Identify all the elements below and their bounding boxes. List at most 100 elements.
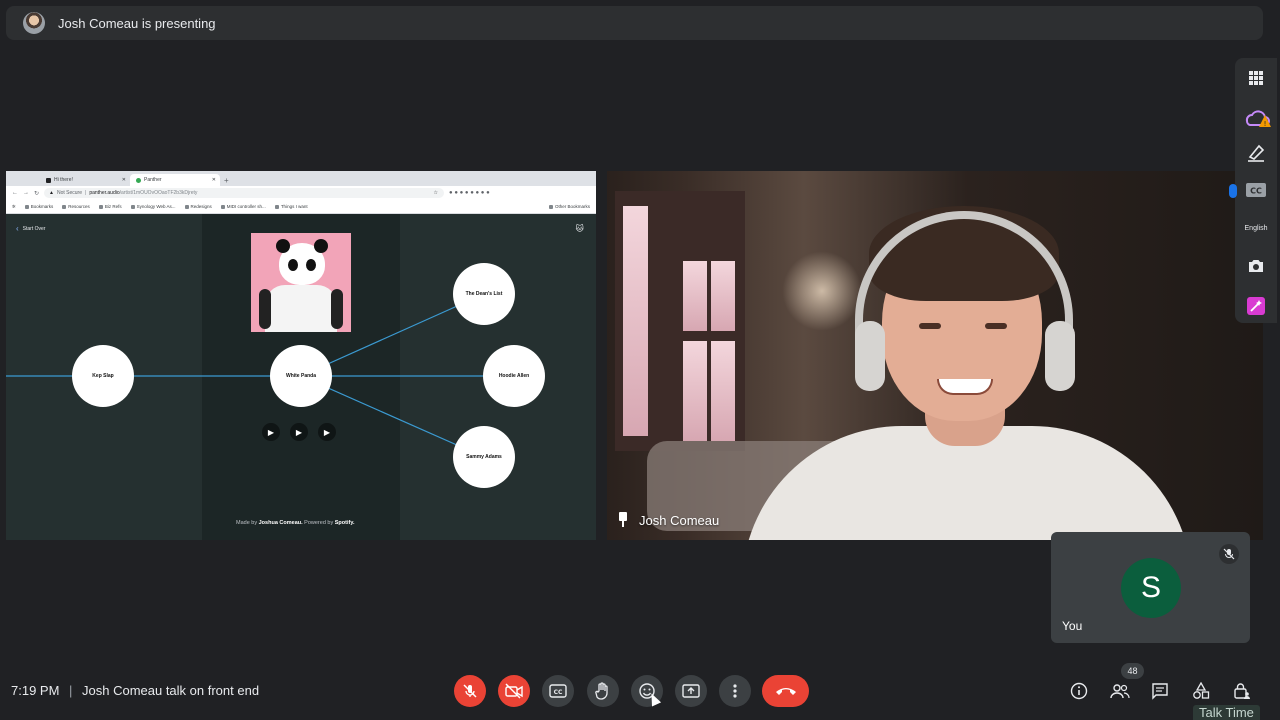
reload-icon: ↻ <box>34 190 40 197</box>
phone-hangup-icon <box>775 688 796 695</box>
apps-icon: ✲ <box>12 203 16 209</box>
mic-off-icon <box>463 684 477 698</box>
more-vert-icon <box>733 684 737 698</box>
artist-node-hoodie-allen: Hoodie Allen <box>483 345 545 407</box>
participants-count-badge: 48 <box>1121 663 1144 679</box>
presenter-video[interactable]: Josh Comeau <box>607 171 1263 540</box>
side-panel: ! CC English <box>1229 58 1277 323</box>
tab-favicon-icon <box>136 177 141 183</box>
extensions-icon: ● ● ● ● ● ● ● ● <box>449 190 490 196</box>
track-controls: ▶ ▶ ▶ <box>262 423 336 441</box>
svg-text:!: ! <box>1264 120 1267 128</box>
camera-icon[interactable] <box>1235 254 1277 278</box>
address-bar: ▲ Not Secure | panther.audio/artist/1mOU… <box>44 188 445 198</box>
presenter-eye <box>985 323 1007 329</box>
mic-off-icon <box>1219 544 1239 564</box>
talk-time-label: Talk Time <box>1193 705 1260 720</box>
meeting-details-button[interactable] <box>1067 680 1091 702</box>
close-icon: ✕ <box>121 177 126 183</box>
grid-icon[interactable] <box>1235 66 1277 90</box>
chat-icon <box>1152 683 1168 700</box>
headphone-cup <box>1045 321 1075 391</box>
lock-person-icon <box>1234 683 1250 699</box>
self-avatar: S <box>1121 558 1181 618</box>
artist-node-white-panda: White Panda <box>270 345 332 407</box>
presented-screen: Hi there! ✕ Panther ✕ + ← → ↻ ▲ Not Secu… <box>6 171 596 540</box>
address-row: ← → ↻ ▲ Not Secure | panther.audio/artis… <box>6 186 596 200</box>
raise-hand-button[interactable] <box>587 675 619 707</box>
bookmark-item: Redesigns <box>184 204 212 209</box>
present-now-button[interactable] <box>675 675 707 707</box>
self-tile[interactable]: S You <box>1051 532 1250 643</box>
presenter-name-tag: Josh Comeau <box>617 512 719 528</box>
panther-page: ‹ Start Over 🐱 Kep Slap White Panda The … <box>6 214 596 540</box>
warning-icon: ▲ <box>49 190 54 196</box>
artist-node-kep-slap: Kep Slap <box>72 345 134 407</box>
url-host: panther.audio <box>89 190 120 196</box>
new-tab-icon: + <box>224 175 229 185</box>
tab-label: Hi there! <box>54 177 73 183</box>
people-icon <box>1110 684 1130 699</box>
presenter-mouth <box>937 379 993 395</box>
browser-tab-panther: Panther ✕ <box>130 174 220 186</box>
presenter-name: Josh Comeau <box>639 512 720 528</box>
meeting-clock: 7:19 PM <box>11 683 60 698</box>
play-icon: ▶ <box>318 423 336 441</box>
presenter-eye <box>919 323 941 329</box>
footer-credits: Made by Joshua Comeau. Powered by Spotif… <box>236 520 355 526</box>
participants-button[interactable] <box>1108 680 1132 702</box>
shapes-icon <box>1193 682 1210 699</box>
artist-node-deans-list: The Dean's List <box>453 263 515 325</box>
bookmark-item: Resources <box>62 204 90 209</box>
captions-button[interactable]: CC <box>542 675 574 707</box>
effects-icon[interactable] <box>1235 294 1277 318</box>
bookmarks-bar: ✲ Bookmarks Resources Biz Refs Synology … <box>6 200 596 214</box>
pin-icon[interactable] <box>617 512 629 528</box>
play-icon: ▶ <box>290 423 308 441</box>
bookmark-item: Synology Web As... <box>130 204 176 209</box>
browser-tabs: Hi there! ✕ Panther ✕ + <box>6 171 596 186</box>
not-secure-label: Not Secure <box>56 190 82 196</box>
camera-off-icon <box>505 683 523 699</box>
url-path: /artist/1mOUOvOOaoTF2b3kDjrety <box>119 190 198 196</box>
browser-chrome: Hi there! ✕ Panther ✕ + ← → ↻ ▲ Not Secu… <box>6 171 596 214</box>
caption-language[interactable]: English <box>1235 220 1277 236</box>
headphone-cup <box>855 321 885 391</box>
chat-button[interactable] <box>1148 680 1172 702</box>
lamp-glow <box>782 251 862 331</box>
hand-icon <box>595 682 608 700</box>
separator: | <box>69 683 73 698</box>
host-controls-button[interactable] <box>1230 680 1254 702</box>
browser-tab-hi-there: Hi there! ✕ <box>40 174 130 186</box>
leave-call-button[interactable] <box>762 675 809 707</box>
star-icon: ☆ <box>433 190 439 196</box>
bookmark-item: MIDI controller sh... <box>220 204 266 209</box>
tab-favicon-icon <box>46 177 51 183</box>
back-icon: ← <box>12 190 18 196</box>
presenting-text: Josh Comeau is presenting <box>58 15 216 31</box>
bookmark-item: Things I want <box>274 204 308 209</box>
captions-icon[interactable]: CC <box>1235 180 1277 200</box>
presenting-banner: Josh Comeau is presenting <box>6 6 1263 40</box>
highlighter-icon[interactable] <box>1235 140 1277 166</box>
tab-label: Panther <box>144 177 162 183</box>
close-icon: ✕ <box>211 177 216 183</box>
play-icon: ▶ <box>262 423 280 441</box>
present-icon <box>682 684 700 698</box>
bookmark-item: Bookmarks <box>24 204 53 209</box>
presenter-avatar <box>23 12 45 34</box>
microphone-toggle-button[interactable] <box>454 675 486 707</box>
meeting-title: Josh Comeau talk on front end <box>82 683 260 698</box>
more-options-button[interactable] <box>719 675 751 707</box>
self-label: You <box>1062 619 1083 633</box>
forward-icon: → <box>23 190 29 196</box>
svg-text:CC: CC <box>1250 187 1262 196</box>
captions-icon: CC <box>549 684 567 698</box>
activities-button[interactable] <box>1189 680 1213 702</box>
artist-node-sammy-adams: Sammy Adams <box>453 426 515 488</box>
camera-toggle-button[interactable] <box>498 675 530 707</box>
info-icon <box>1070 682 1088 700</box>
background-window <box>615 191 745 451</box>
other-bookmarks: Other Bookmarks <box>548 204 590 209</box>
weather-warning-icon[interactable]: ! <box>1235 104 1277 132</box>
